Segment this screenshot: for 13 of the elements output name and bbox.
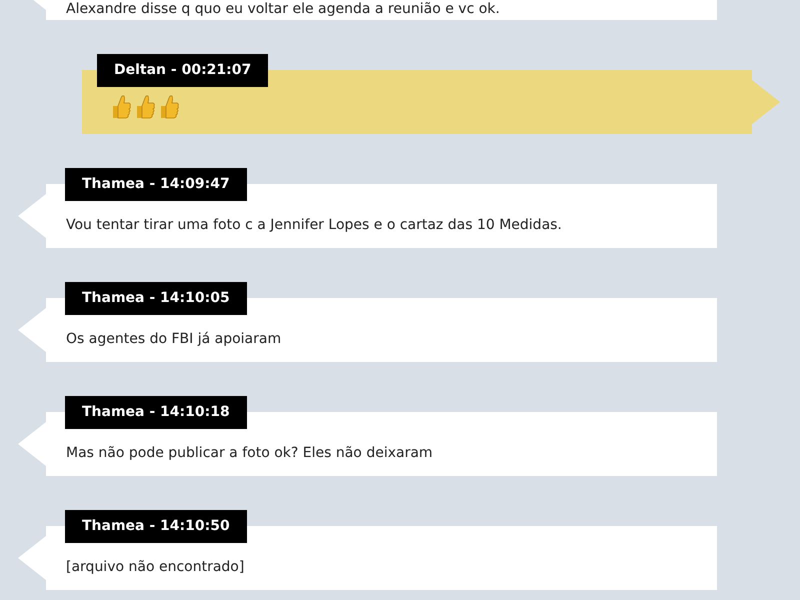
message-author-time: Deltan - 00:21:07 bbox=[97, 54, 268, 87]
thumbs-up-icon bbox=[158, 94, 180, 120]
message-text: [arquivo não encontrado] bbox=[66, 558, 244, 576]
thumbs-up-icon bbox=[134, 94, 156, 120]
message-author-time: Thamea - 14:09:47 bbox=[65, 168, 247, 201]
message-text: Alexandre disse q quo eu voltar ele agenda a reunião e vc ok. bbox=[66, 0, 500, 18]
message-text: Mas não pode publicar a foto ok? Eles não deixaram bbox=[66, 444, 433, 462]
message-text: Os agentes do FBI já apoiaram bbox=[66, 330, 282, 348]
thumbs-up-icon bbox=[110, 94, 132, 120]
message-author-time: Thamea - 14:10:50 bbox=[65, 510, 247, 543]
message-text: Vou tentar tirar uma foto c a Jennifer Lopes e o cartaz das 10 Medidas. bbox=[66, 216, 562, 234]
message-author-time: Thamea - 14:10:18 bbox=[65, 396, 247, 429]
message-author-time: Thamea - 14:10:05 bbox=[65, 282, 247, 315]
